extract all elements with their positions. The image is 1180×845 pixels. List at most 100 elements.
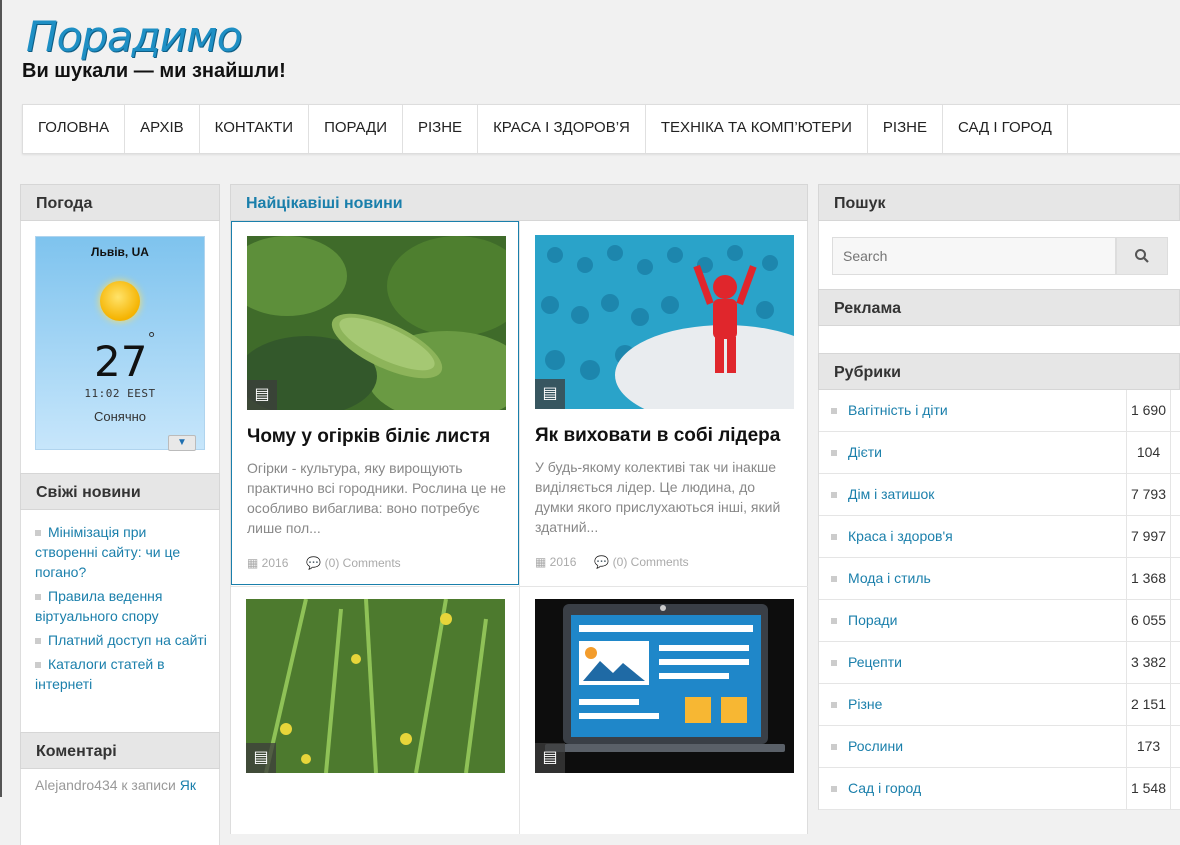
rubric-count: 173 (1126, 726, 1171, 767)
search-widget (818, 221, 1180, 289)
news-item[interactable]: Каталоги статей в інтернеті (35, 654, 207, 694)
rubric-count: 7 793 (1126, 474, 1171, 515)
rubric-row[interactable]: Рослини 173 (819, 726, 1180, 768)
comment-author: Alejandro434 к записи (35, 777, 176, 793)
search-button[interactable] (1116, 237, 1168, 275)
rubric-row[interactable]: Мода і стиль 1 368 (819, 558, 1180, 600)
rubric-row[interactable]: Поради 6 055 (819, 600, 1180, 642)
search-widget-title: Пошук (818, 184, 1180, 221)
nav-item-contacts[interactable]: КОНТАКТИ (200, 105, 310, 153)
bullet-icon (35, 638, 41, 645)
nav-item-garden[interactable]: САД І ГОРОД (943, 105, 1068, 153)
rubric-link[interactable]: Рецепти (848, 654, 902, 670)
rubric-count: 1 690 (1126, 390, 1171, 431)
nav-item-beauty[interactable]: КРАСА І ЗДОРОВ’Я (478, 105, 646, 153)
post-title[interactable]: Чому у огірків біліє листя (247, 426, 490, 448)
download-icon[interactable]: ▼ (168, 435, 196, 451)
calendar-icon: ▦ 2016 (535, 555, 577, 569)
rubric-count: 6 055 (1126, 600, 1171, 641)
post-meta: ▦ 2016 💬 (0) Comments (247, 556, 401, 570)
bullet-icon (831, 408, 837, 414)
search-input[interactable] (832, 237, 1116, 275)
left-sidebar: Погода Львів, UA 27 ° 11:02 EEST Сонячно… (20, 184, 220, 845)
bullet-icon (831, 786, 837, 792)
rubric-link[interactable]: Краса і здоров'я (848, 528, 953, 544)
bullet-icon (831, 744, 837, 750)
news-item[interactable]: Мінімізація при створенні сайту: чи це п… (35, 522, 207, 582)
nav-item-misc-2[interactable]: РІЗНЕ (868, 105, 943, 153)
post-thumbnail[interactable]: ▤ (535, 599, 794, 773)
weather-city: Львів, UA (91, 245, 149, 259)
rubric-link[interactable]: Різне (848, 696, 882, 712)
degree-symbol: ° (148, 329, 156, 349)
post-thumbnail[interactable]: ▤ (535, 235, 794, 409)
post-title[interactable]: Як виховати в собі лідера (535, 425, 780, 447)
comment-post-link[interactable]: Як (180, 777, 196, 793)
news-widget: Мінімізація при створенні сайту: чи це п… (20, 510, 220, 732)
site-tagline: Ви шукали — ми знайшли! (22, 60, 286, 82)
ads-widget-title: Реклама (818, 289, 1180, 326)
comments-icon[interactable]: 💬 (0) Comments (306, 556, 400, 570)
news-list: Мінімізація при створенні сайту: чи це п… (21, 510, 219, 710)
comments-icon[interactable]: 💬 (0) Comments (594, 555, 688, 569)
rubric-row[interactable]: Різне 2 151 (819, 684, 1180, 726)
rubric-link[interactable]: Сад і город (848, 780, 921, 796)
nav-item-misc[interactable]: РІЗНЕ (403, 105, 479, 153)
rubric-link[interactable]: Рослини (848, 738, 903, 754)
post-excerpt: У будь-якому колективі так чи інакше вид… (535, 459, 781, 535)
nav-item-archive[interactable]: АРХІВ (125, 105, 200, 153)
comments-widget-title: Коментарі (20, 732, 220, 769)
bullet-icon (35, 662, 41, 669)
nav-item-tech[interactable]: ТЕХНІКА ТА КОМП’ЮТЕРИ (646, 105, 868, 153)
post-card[interactable]: ▤ Чому у огірків біліє листя Огірки - ку… (231, 221, 519, 585)
bullet-icon (831, 702, 837, 708)
rubric-row[interactable]: Краса і здоров'я 7 997 (819, 516, 1180, 558)
nav-item-tips[interactable]: ПОРАДИ (309, 105, 403, 153)
sun-icon (100, 281, 140, 321)
post-card[interactable]: ▤ Як виховати в собі лідера У будь-якому… (520, 221, 808, 585)
bullet-icon (831, 660, 837, 666)
weather-card: Львів, UA 27 ° 11:02 EEST Сонячно ▼ (35, 236, 205, 451)
rubric-link[interactable]: Мода і стиль (848, 570, 931, 586)
rubric-count: 1 368 (1126, 558, 1171, 599)
rubric-row[interactable]: Дім і затишок 7 793 (819, 474, 1180, 516)
featured-title: Найцікавіші новини (230, 184, 808, 221)
news-item[interactable]: Платний доступ на сайті (35, 630, 207, 650)
rubric-link[interactable]: Дім і затишок (848, 486, 934, 502)
rubrics-list: Вагітність і діти 1 690 Дієти 104 Дім і за… (818, 390, 1180, 810)
rubric-row[interactable]: Вагітність і діти 1 690 (819, 390, 1180, 432)
news-item[interactable]: Правила ведення віртуального спору (35, 586, 207, 626)
weather-widget: Львів, UA 27 ° 11:02 EEST Сонячно ▼ (20, 221, 220, 473)
bullet-icon (831, 618, 837, 624)
weather-condition: Сонячно (93, 409, 147, 424)
document-icon: ▤ (246, 743, 276, 773)
post-thumbnail[interactable]: ▤ (247, 236, 506, 410)
rubric-link[interactable]: Дієти (848, 444, 882, 460)
right-sidebar: Пошук Реклама Рубрики Вагітність і діти 1… (818, 184, 1180, 810)
rubric-link[interactable]: Поради (848, 612, 897, 628)
rubric-row[interactable]: Сад і город 1 548 (819, 768, 1180, 810)
document-icon: ▤ (535, 379, 565, 409)
post-thumbnail[interactable]: ▤ (246, 599, 505, 773)
bullet-icon (831, 576, 837, 582)
comments-widget: Alejandro434 к записи Як (20, 769, 220, 845)
post-excerpt: Огірки - культура, яку вирощують практич… (247, 460, 506, 536)
nav-item-home[interactable]: ГОЛОВНА (23, 105, 126, 153)
rubric-count: 2 151 (1126, 684, 1171, 725)
calendar-icon: ▦ 2016 (247, 556, 289, 570)
rubric-count: 7 997 (1126, 516, 1171, 557)
rubric-count: 1 548 (1126, 768, 1171, 809)
weather-widget-title: Погода (20, 184, 220, 221)
rubric-row[interactable]: Дієти 104 (819, 432, 1180, 474)
weather-time: 11:02 EEST (84, 387, 156, 400)
bullet-icon (35, 594, 41, 601)
weather-temp: 27 (94, 337, 148, 386)
document-icon: ▤ (535, 743, 565, 773)
rubric-row[interactable]: Рецепти 3 382 (819, 642, 1180, 684)
main-content: Найцікавіші новини ▤ Чому у огірків білі… (230, 184, 808, 834)
bullet-icon (831, 534, 837, 540)
posts-grid: ▤ Чому у огірків біліє листя Огірки - ку… (230, 221, 808, 834)
post-meta: ▦ 2016 💬 (0) Comments (535, 555, 689, 569)
site-logo[interactable]: Порадимо (26, 12, 242, 61)
rubric-link[interactable]: Вагітність і діти (848, 402, 948, 418)
